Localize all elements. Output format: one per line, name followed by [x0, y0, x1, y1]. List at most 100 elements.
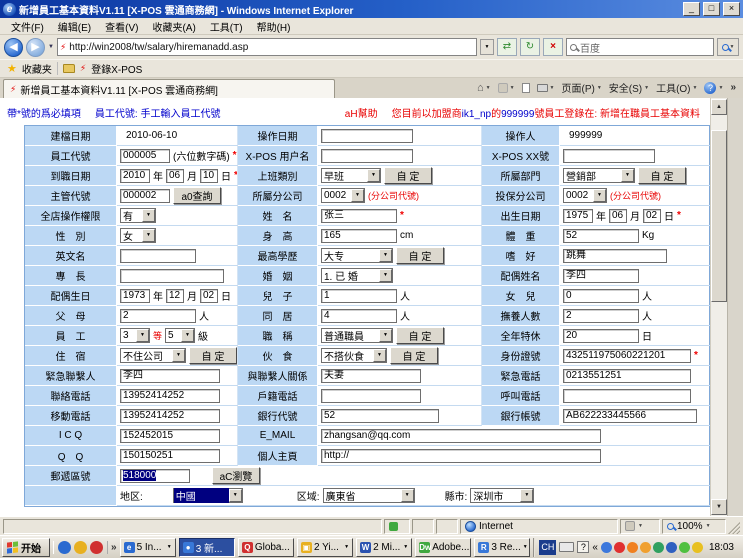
- custom-define-button[interactable]: 自 定: [390, 347, 438, 364]
- address-dropdown-icon[interactable]: ▼: [480, 39, 494, 55]
- help-menu-button[interactable]: ?▼: [704, 82, 723, 94]
- emergency-contact-input[interactable]: 李四: [120, 369, 220, 383]
- hire-year-input[interactable]: 2010: [120, 169, 150, 183]
- insured-branch-select[interactable]: 0002▼: [563, 188, 607, 203]
- menu-item-1[interactable]: 编辑(E): [51, 18, 98, 35]
- supervisor-code-input[interactable]: 000002: [120, 189, 170, 203]
- xpos-xx-number-input[interactable]: [563, 149, 655, 163]
- dropdown-arrow-icon[interactable]: ▼: [621, 169, 634, 182]
- forward-button[interactable]: ▶: [26, 38, 45, 57]
- add-favorite-icon[interactable]: [63, 64, 75, 73]
- menu-item-5[interactable]: 帮助(H): [250, 18, 298, 35]
- sons-input[interactable]: 1: [321, 289, 397, 303]
- dropdown-arrow-icon[interactable]: ▼: [379, 249, 392, 262]
- custom-define-button[interactable]: 自 定: [396, 247, 444, 264]
- parents-input[interactable]: 2: [120, 309, 196, 323]
- scrollbar-thumb[interactable]: [711, 130, 727, 302]
- tray-update-icon[interactable]: [679, 542, 690, 553]
- dropdown-arrow-icon[interactable]: ▼: [181, 329, 194, 342]
- province-select[interactable]: 廣東省▼: [323, 488, 415, 503]
- dropdown-arrow-icon[interactable]: ▼: [136, 329, 149, 342]
- icq-input[interactable]: 152452015: [120, 429, 220, 443]
- dropdown-arrow-icon[interactable]: ▼: [367, 169, 380, 182]
- height-input[interactable]: 165: [321, 229, 397, 243]
- start-button[interactable]: 开始: [2, 538, 50, 557]
- safety-menu-button[interactable]: 安全(S)▼: [609, 80, 649, 95]
- command-overflow-icon[interactable]: »: [730, 82, 736, 93]
- marriage-select[interactable]: 1. 已 婚▼: [321, 268, 393, 283]
- address-bar[interactable]: ⚡ http://win2008/tw/salary/hiremanadd.as…: [57, 38, 477, 56]
- taskbar-button-0[interactable]: e5 In...▼: [120, 538, 176, 557]
- english-name-input[interactable]: [120, 249, 196, 263]
- menu-item-4[interactable]: 工具(T): [203, 18, 250, 35]
- search-box[interactable]: 百度: [566, 38, 714, 56]
- tray-app-icon-1[interactable]: [601, 542, 612, 553]
- print-button[interactable]: ▼: [537, 84, 555, 92]
- favorites-button[interactable]: 收藏夹: [22, 61, 52, 76]
- dropdown-arrow-icon[interactable]: ▼: [142, 209, 155, 222]
- daughters-input[interactable]: 0: [563, 289, 639, 303]
- operation-date-input[interactable]: [321, 129, 413, 143]
- maximize-button[interactable]: □: [703, 2, 720, 16]
- a0-query-button[interactable]: a0查詢: [173, 187, 221, 204]
- employee-code-input[interactable]: 000005: [120, 149, 170, 163]
- messenger-quicklaunch-icon[interactable]: [74, 541, 87, 554]
- dropdown-arrow-icon[interactable]: ▼: [351, 189, 364, 202]
- postal-code-input[interactable]: 518000: [120, 469, 190, 483]
- menu-item-2[interactable]: 查看(V): [98, 18, 145, 35]
- taskbar-button-6[interactable]: R3 Re...▼: [474, 538, 530, 557]
- tray-app-icon-3[interactable]: [653, 542, 664, 553]
- tray-chevron-icon[interactable]: «: [592, 542, 598, 553]
- cohabitants-input[interactable]: 4: [321, 309, 397, 323]
- xpos-username-input[interactable]: [321, 149, 413, 163]
- household-phone-input[interactable]: [321, 389, 421, 403]
- hobby-input[interactable]: 跳舞: [563, 249, 667, 263]
- emergency-phone-input[interactable]: 0213551251: [563, 369, 691, 383]
- spouse-name-input[interactable]: 李四: [563, 269, 639, 283]
- tools-menu-button[interactable]: 工具(O)▼: [656, 80, 697, 95]
- tray-penguin-icon[interactable]: [627, 542, 638, 553]
- history-dropdown-icon[interactable]: ▼: [48, 44, 54, 50]
- vertical-scrollbar[interactable]: ▲ ▼: [710, 98, 727, 516]
- spouse-birth-year-input[interactable]: 1973: [120, 289, 150, 303]
- custom-define-button[interactable]: 自 定: [189, 347, 237, 364]
- dropdown-arrow-icon[interactable]: ▼: [229, 489, 242, 502]
- dropdown-arrow-icon[interactable]: ▼: [142, 229, 155, 242]
- ie-quicklaunch-icon[interactable]: [58, 541, 71, 554]
- id-number-input[interactable]: 432511975060221201: [563, 349, 691, 363]
- department-select[interactable]: 營銷部▼: [563, 168, 635, 183]
- custom-define-button[interactable]: 自 定: [396, 327, 444, 344]
- specialty-input[interactable]: [120, 269, 224, 283]
- tray-app-icon-2[interactable]: [640, 542, 651, 553]
- contact-phone-input[interactable]: 13952414252: [120, 389, 220, 403]
- hire-day-input[interactable]: 10: [200, 169, 218, 183]
- weight-input[interactable]: 52: [563, 229, 639, 243]
- taskbar-button-5[interactable]: DwAdobe...: [415, 538, 471, 557]
- task-group-arrow-icon[interactable]: ▼: [344, 544, 349, 550]
- search-placeholder[interactable]: 百度: [580, 40, 710, 55]
- contact-relation-input[interactable]: 夫妻: [321, 369, 421, 383]
- bank-code-input[interactable]: 52: [321, 409, 439, 423]
- taskbar-button-3[interactable]: ▣2 Yi...▼: [297, 538, 353, 557]
- task-group-arrow-icon[interactable]: ▼: [523, 544, 528, 550]
- taskbar-button-1[interactable]: ●3 新...: [179, 538, 235, 557]
- read-mail-button[interactable]: [522, 83, 530, 93]
- active-tab[interactable]: ⚡ 新增員工基本資料V1.11 [X-POS 雲通商務網]: [3, 79, 335, 98]
- shift-select[interactable]: 早班▼: [321, 168, 381, 183]
- page-menu-button[interactable]: 页面(P)▼: [561, 80, 601, 95]
- employee-level-select[interactable]: 5▼: [165, 328, 195, 343]
- gender-select[interactable]: 女▼: [120, 228, 156, 243]
- task-group-arrow-icon[interactable]: ▼: [167, 544, 172, 550]
- compatibility-icon[interactable]: ⇄: [497, 38, 517, 56]
- spouse-birth-month-input[interactable]: 12: [166, 289, 184, 303]
- dropdown-arrow-icon[interactable]: ▼: [379, 269, 392, 282]
- tray-qq-icon[interactable]: [614, 542, 625, 553]
- taskbar-button-2[interactable]: QGloba...: [238, 538, 294, 557]
- branch-select[interactable]: 0002▼: [321, 188, 365, 203]
- search-go-button[interactable]: ▼: [717, 38, 739, 56]
- dropdown-arrow-icon[interactable]: ▼: [172, 349, 185, 362]
- birth-year-input[interactable]: 1975: [563, 209, 593, 223]
- homepage-input[interactable]: http://: [321, 449, 601, 463]
- tray-shield-icon[interactable]: [692, 542, 703, 553]
- employee-grade-select[interactable]: 3▼: [120, 328, 150, 343]
